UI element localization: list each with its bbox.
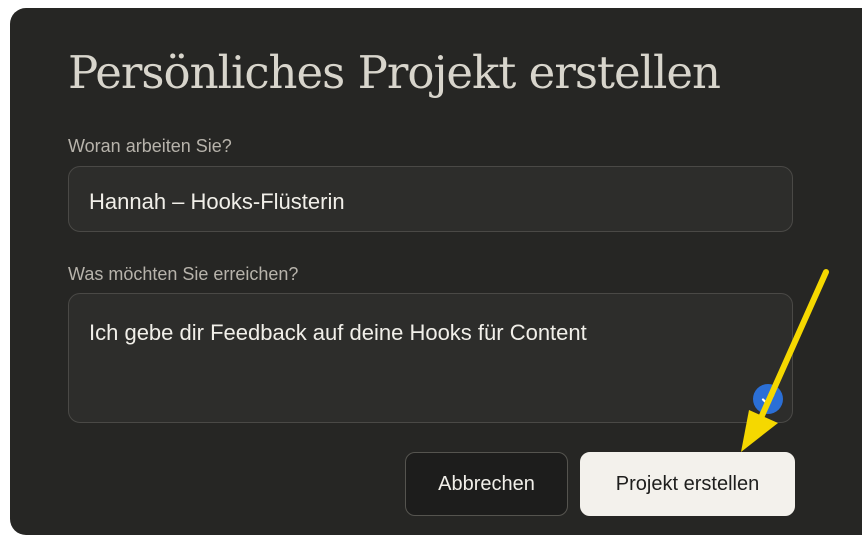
project-name-value: Hannah – Hooks-Flüsterin — [89, 189, 345, 214]
project-goal-label: Was möchten Sie erreichen? — [68, 264, 299, 284]
check-icon[interactable] — [753, 384, 783, 414]
dialog-title: Persönliches Projekt erstellen — [68, 46, 721, 99]
create-project-dialog: Persönliches Projekt erstellen Woran arb… — [10, 8, 862, 535]
create-project-button[interactable]: Projekt erstellen — [580, 452, 795, 516]
cancel-button[interactable]: Abbrechen — [405, 452, 568, 516]
project-name-input[interactable]: Hannah – Hooks-Flüsterin — [68, 166, 793, 232]
project-goal-value: Ich gebe dir Feedback auf deine Hooks fü… — [89, 320, 587, 345]
project-goal-textarea[interactable]: Ich gebe dir Feedback auf deine Hooks fü… — [68, 293, 793, 423]
project-name-label: Woran arbeiten Sie? — [68, 136, 232, 156]
